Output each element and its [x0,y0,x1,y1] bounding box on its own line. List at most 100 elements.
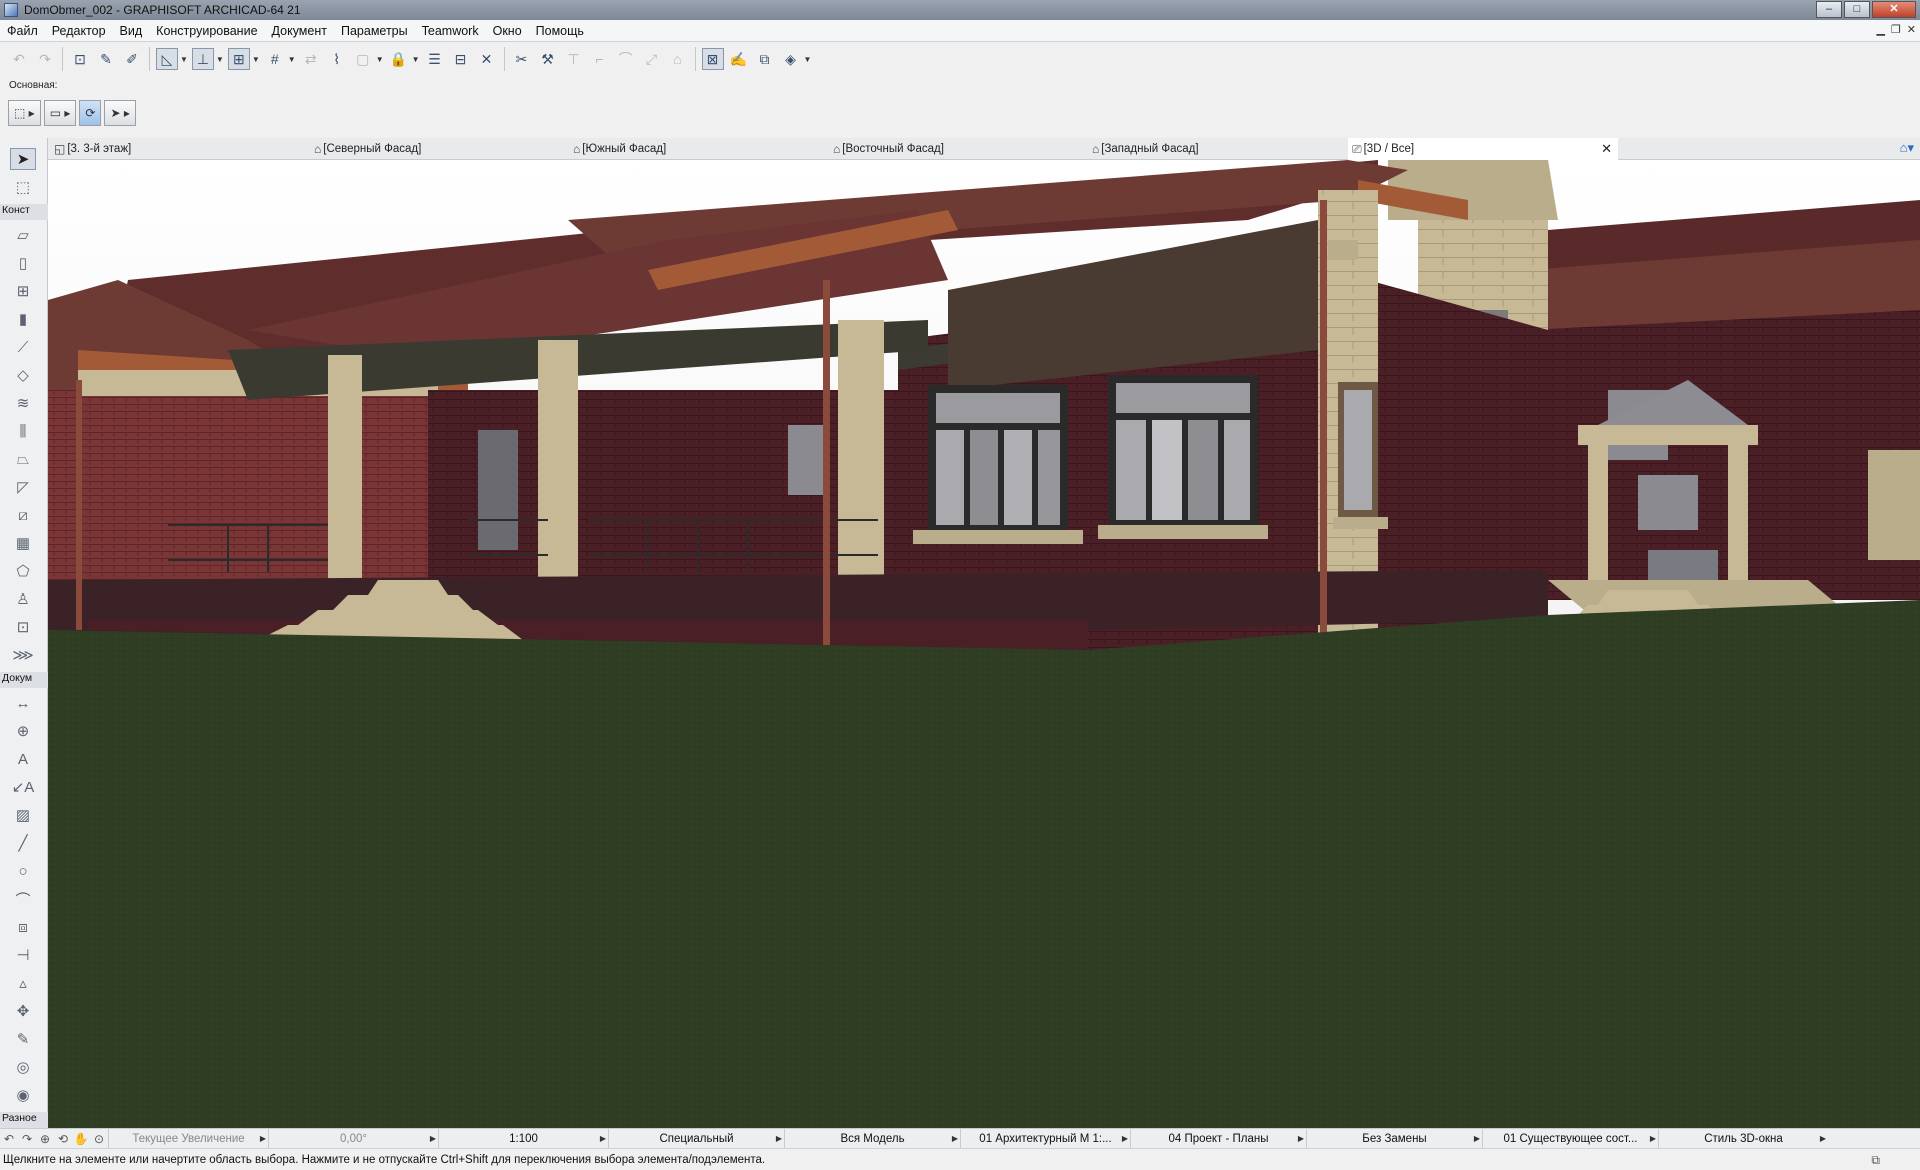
zoom-field[interactable]: Текущее Увеличение ▶ [108,1128,268,1149]
3d-edit-icon[interactable]: ✍ [728,48,750,70]
elevation-tool-icon[interactable]: ▵ [10,972,36,994]
morph-tool-icon[interactable]: ⬠ [10,560,36,582]
chevron-down-icon[interactable]: ▼ [252,55,260,64]
window-tool-icon[interactable]: ⊞ [10,280,36,302]
drawing-tool-icon[interactable]: ⧈ [10,916,36,938]
selection-rotated-button[interactable]: ⟳ [79,100,102,126]
adjust-icon[interactable]: ⚒ [537,48,559,70]
close-button[interactable]: ✕ [1872,1,1916,18]
tab-list-icon[interactable]: ⌂▾ [1900,140,1914,156]
menu-window[interactable]: Окно [486,24,529,38]
resize-icon[interactable]: ⤢ [641,48,663,70]
fit-in-window-icon[interactable]: ⊙ [90,1132,108,1146]
pen-set-field[interactable]: 01 Архитектурный М 1:... ▶ [960,1128,1130,1149]
snap-guides-icon[interactable]: ⊥ [191,48,214,70]
orbit-icon[interactable]: ⟲ [54,1132,72,1146]
circle-tool-icon[interactable]: ○ [10,860,36,882]
roof-icon[interactable]: ⌂ [667,48,689,70]
model-view-options-field[interactable]: 04 Проект - Планы ▶ [1130,1128,1306,1149]
guide-lines-icon[interactable]: ◺ [156,48,178,70]
fillet-icon[interactable]: ⌐ [589,48,611,70]
arrow-select-button[interactable]: ➤ ▸ [104,100,136,126]
text-tool-icon[interactable]: A [10,748,36,770]
menu-file[interactable]: Файл [0,24,45,38]
undo-view-icon[interactable]: ↶ [0,1132,18,1146]
door-tool-icon[interactable]: ▯ [10,252,36,274]
menu-help[interactable]: Помощь [529,24,591,38]
renovation-filter-field[interactable]: 01 Существующее сост... ▶ [1482,1128,1658,1149]
syringe-icon[interactable]: ✐ [121,48,143,70]
mesh-tool-icon[interactable]: ⋙ [10,644,36,666]
railing-tool-icon[interactable]: ⫼ [10,420,36,442]
3d-style-field[interactable]: Стиль 3D-окна ▶ [1658,1128,1828,1149]
grid-snap-icon[interactable]: # [264,48,286,70]
wall-tool-icon[interactable]: ▱ [10,224,36,246]
chevron-down-icon[interactable]: ▼ [216,55,224,64]
pick-up-parameters-icon[interactable]: ⊡ [69,48,91,70]
rotation-angle-field[interactable]: 0,00° ▶ [268,1128,438,1149]
doc-close-icon[interactable]: ✕ [1907,23,1916,36]
3d-view-mode-icon[interactable]: ◈ [780,48,802,70]
object-tool-icon[interactable]: ♙ [10,588,36,610]
change-tool-icon[interactable]: ◎ [10,1056,36,1078]
walk-icon[interactable]: ✋ [72,1132,90,1146]
zone-tool-icon[interactable]: ⊡ [10,616,36,638]
chevron-down-icon[interactable]: ▼ [180,55,188,64]
fill-tool-icon[interactable]: ▨ [10,804,36,826]
stair-tool-icon[interactable]: ≋ [10,392,36,414]
skylight-tool-icon[interactable]: ⧄ [10,504,36,526]
section-tool-icon[interactable]: ⊣ [10,944,36,966]
structural-display-field[interactable]: Вся Модель ▶ [784,1128,960,1149]
menu-document[interactable]: Документ [265,24,334,38]
tab-north-elevation[interactable]: ⌂ [Северный Фасад] [310,138,560,160]
marquee-tool-icon[interactable]: ⬚ [10,176,36,198]
snap-points-icon[interactable]: ⊞ [227,48,250,70]
chevron-down-icon[interactable]: ▼ [804,55,812,64]
suspend-groups-icon[interactable]: ▢ [352,48,374,70]
toolbox-section-more[interactable]: Разное [0,1112,48,1128]
chevron-down-icon[interactable]: ▼ [376,55,384,64]
trace-icon[interactable]: ⇄ [300,48,322,70]
maximize-button[interactable]: □ [1844,1,1870,18]
chevron-down-icon[interactable]: ▼ [288,55,296,64]
menu-teamwork[interactable]: Teamwork [415,24,486,38]
section-box-icon[interactable]: ⊟ [450,48,472,70]
beam-tool-icon[interactable]: ⟋ [10,336,36,358]
scale-field[interactable]: 1:100 ▶ [438,1128,608,1149]
chevron-down-icon[interactable]: ▼ [412,55,420,64]
graphic-override-field[interactable]: Без Замены ▶ [1306,1128,1482,1149]
redo-icon[interactable]: ↷ [34,48,56,70]
minimize-button[interactable]: – [1816,1,1842,18]
detail-tool-icon[interactable]: ✥ [10,1000,36,1022]
level-dimension-icon[interactable]: ⊕ [10,720,36,742]
worksheet-tool-icon[interactable]: ✎ [10,1028,36,1050]
toolbox-section-document[interactable]: Докум [0,672,48,688]
camera-tool-icon[interactable]: ◉ [10,1084,36,1106]
selection-rectangle-button[interactable]: ▭ ▸ [43,100,77,126]
magic-wand-icon[interactable]: ⌇ [326,48,348,70]
split-icon[interactable]: ✂ [511,48,533,70]
undo-icon[interactable]: ↶ [8,48,30,70]
tab-south-elevation[interactable]: ⌂ [Южный Фасад] [569,138,819,160]
slab-tool-icon[interactable]: ◇ [10,364,36,386]
column-tool-icon[interactable]: ▮ [10,308,36,330]
tab-floor-3[interactable]: ◱ [3. 3-й этаж] [50,138,300,160]
roof-tool-icon[interactable]: ⏢ [10,448,36,470]
menu-design[interactable]: Конструирование [149,24,264,38]
3d-viewport[interactable] [48,160,1920,1128]
toolbox-section-design[interactable]: Конст [0,204,48,220]
label-tool-icon[interactable]: ↙A [10,776,36,798]
eyedropper-icon[interactable]: ✎ [95,48,117,70]
shell-tool-icon[interactable]: ◸ [10,476,36,498]
layer-combination-field[interactable]: Специальный ▶ [608,1128,784,1149]
3d-cutaway-icon[interactable]: ⧉ [754,48,776,70]
arrow-tool-icon[interactable]: ➤ [10,148,36,170]
offset-icon[interactable]: ⌒ [615,48,637,70]
menu-edit[interactable]: Редактор [45,24,113,38]
menu-view[interactable]: Вид [113,24,150,38]
zoom-in-icon[interactable]: ⊕ [36,1132,54,1146]
close-tab-icon[interactable]: ✕ [1601,141,1612,157]
3d-navigation-icon[interactable]: ⊠ [701,48,724,70]
menu-options[interactable]: Параметры [334,24,415,38]
selection-polygon-button[interactable]: ⬚ ▸ [8,100,41,126]
